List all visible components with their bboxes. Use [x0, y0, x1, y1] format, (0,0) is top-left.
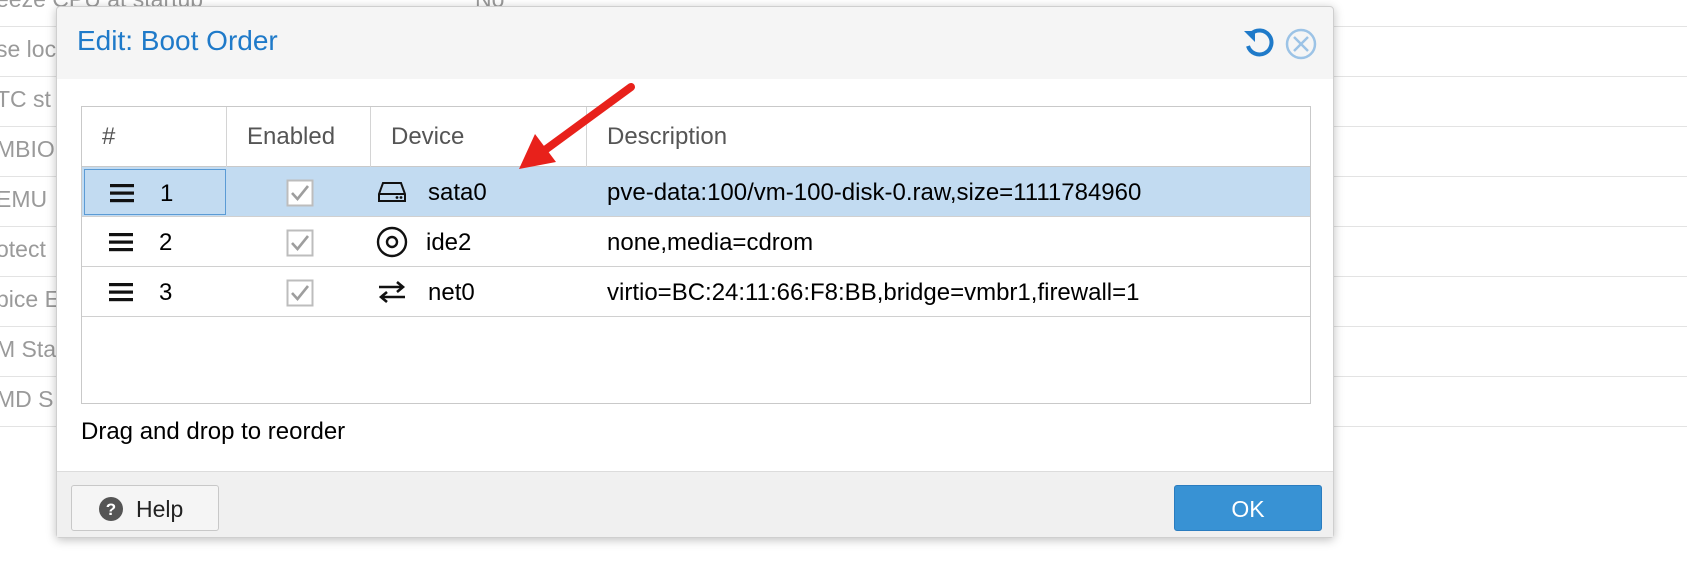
background-row-label: MD S: [0, 386, 54, 412]
boot-order-grid: # Enabled Device Description 1 sata0 pve…: [81, 106, 1311, 404]
table-row[interactable]: 1 sata0 pve-data:100/vm-100-disk-0.raw,s…: [82, 167, 1310, 217]
order-cell[interactable]: 3: [84, 269, 226, 315]
reset-icon: [1244, 28, 1274, 57]
device-description: virtio=BC:24:11:66:F8:BB,bridge=vmbr1,fi…: [607, 279, 1140, 306]
close-icon: [1285, 28, 1317, 60]
background-row-label: MBIO: [0, 136, 55, 162]
column-header-enabled[interactable]: Enabled: [227, 107, 371, 167]
boot-order-dialog: Edit: Boot Order # Enabled Device Descri…: [56, 6, 1334, 538]
enabled-checkbox[interactable]: [286, 179, 314, 207]
dialog-body: # Enabled Device Description 1 sata0 pve…: [57, 79, 1333, 471]
hard-disk-icon: [378, 182, 406, 202]
table-row[interactable]: 2 ide2 none,media=cdrom: [82, 217, 1310, 267]
question-circle-icon: ?: [99, 497, 123, 521]
grid-header: # Enabled Device Description: [82, 107, 1310, 167]
background-row-label: pice E: [0, 286, 60, 312]
column-header-number[interactable]: #: [82, 107, 227, 167]
order-number: 3: [159, 279, 173, 306]
device-name: net0: [428, 279, 475, 306]
background-row-label: se loc: [0, 36, 57, 62]
help-button[interactable]: ? Help: [71, 485, 219, 531]
reorder-hint: Drag and drop to reorder: [81, 418, 346, 445]
order-number: 2: [159, 229, 173, 256]
dialog-footer: ? Help OK: [57, 471, 1333, 537]
drag-handle-icon[interactable]: [108, 229, 134, 255]
device-name: sata0: [428, 179, 487, 206]
column-header-description[interactable]: Description: [587, 107, 1307, 167]
order-cell[interactable]: 2: [84, 219, 226, 265]
svg-text:?: ?: [106, 500, 116, 519]
dialog-title: Edit: Boot Order: [77, 25, 278, 56]
help-label: Help: [136, 496, 184, 522]
device-description: pve-data:100/vm-100-disk-0.raw,size=1111…: [607, 179, 1142, 206]
column-header-device[interactable]: Device: [371, 107, 587, 167]
order-cell[interactable]: 1: [84, 169, 226, 215]
drag-handle-icon[interactable]: [108, 279, 134, 305]
device-name: ide2: [426, 229, 472, 256]
ok-button[interactable]: OK: [1174, 485, 1322, 531]
background-row-label: TC st: [0, 86, 51, 112]
enabled-checkbox[interactable]: [286, 279, 314, 307]
order-number: 1: [160, 180, 174, 207]
background-row-label: M Sta: [0, 336, 57, 362]
cdrom-icon: [376, 226, 408, 258]
network-icon: [378, 281, 406, 303]
drag-handle-icon[interactable]: [109, 180, 135, 206]
background-row-label: EMU: [0, 186, 48, 212]
dialog-header: Edit: Boot Order: [57, 7, 1333, 79]
reset-button[interactable]: [1240, 25, 1278, 63]
enabled-checkbox[interactable]: [286, 229, 314, 257]
ok-label: OK: [1231, 496, 1265, 522]
table-row[interactable]: 3 net0 virtio=BC:24:11:66:F8:BB,bridge=v…: [82, 267, 1310, 317]
device-description: none,media=cdrom: [607, 229, 814, 256]
close-button[interactable]: [1282, 25, 1320, 63]
background-row-label: otect: [0, 236, 46, 262]
